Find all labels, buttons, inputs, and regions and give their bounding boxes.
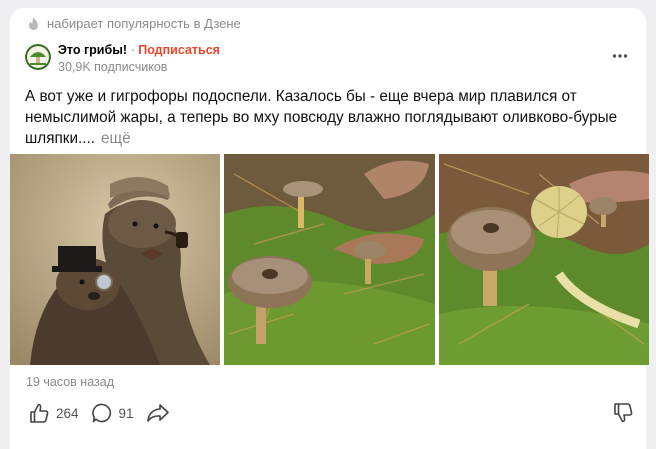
post-actions: 264 91 (28, 402, 182, 424)
read-more-link[interactable]: ещё (101, 130, 131, 147)
comment-count: 91 (118, 405, 134, 421)
like-count: 264 (56, 405, 79, 421)
dislike-button[interactable] (612, 402, 634, 429)
mushrooms-photo-1[interactable] (224, 154, 435, 365)
more-dots-icon[interactable] (612, 50, 628, 60)
channel-avatar[interactable] (25, 44, 51, 70)
share-button[interactable] (146, 402, 170, 424)
share-icon (146, 404, 169, 422)
mushroom-avatar-icon (25, 44, 51, 70)
comment-icon (91, 403, 111, 423)
channel-name[interactable]: Это грибы! (58, 43, 127, 57)
like-button[interactable]: 264 (28, 402, 79, 424)
post-time: 19 часов назад (26, 375, 114, 389)
trending-banner: набирает популярность в Дзене (28, 16, 241, 31)
thumbs-up-icon (30, 403, 49, 423)
otters-photo[interactable] (10, 154, 220, 365)
comment-button[interactable]: 91 (91, 402, 134, 424)
subscriber-count: 30,9K подписчиков (58, 60, 168, 74)
channel-header: Это грибы! · Подписаться (58, 43, 220, 57)
flame-icon (29, 17, 38, 30)
mushrooms-photo-2[interactable] (439, 154, 649, 365)
separator-dot: · (131, 43, 136, 57)
subscribe-button[interactable]: Подписаться (138, 43, 220, 57)
post-text-block: А вот уже и гигрофоры подоспели. Казалос… (25, 86, 625, 149)
thumbs-down-icon (614, 403, 633, 423)
trending-text: набирает популярность в Дзене (47, 16, 241, 31)
